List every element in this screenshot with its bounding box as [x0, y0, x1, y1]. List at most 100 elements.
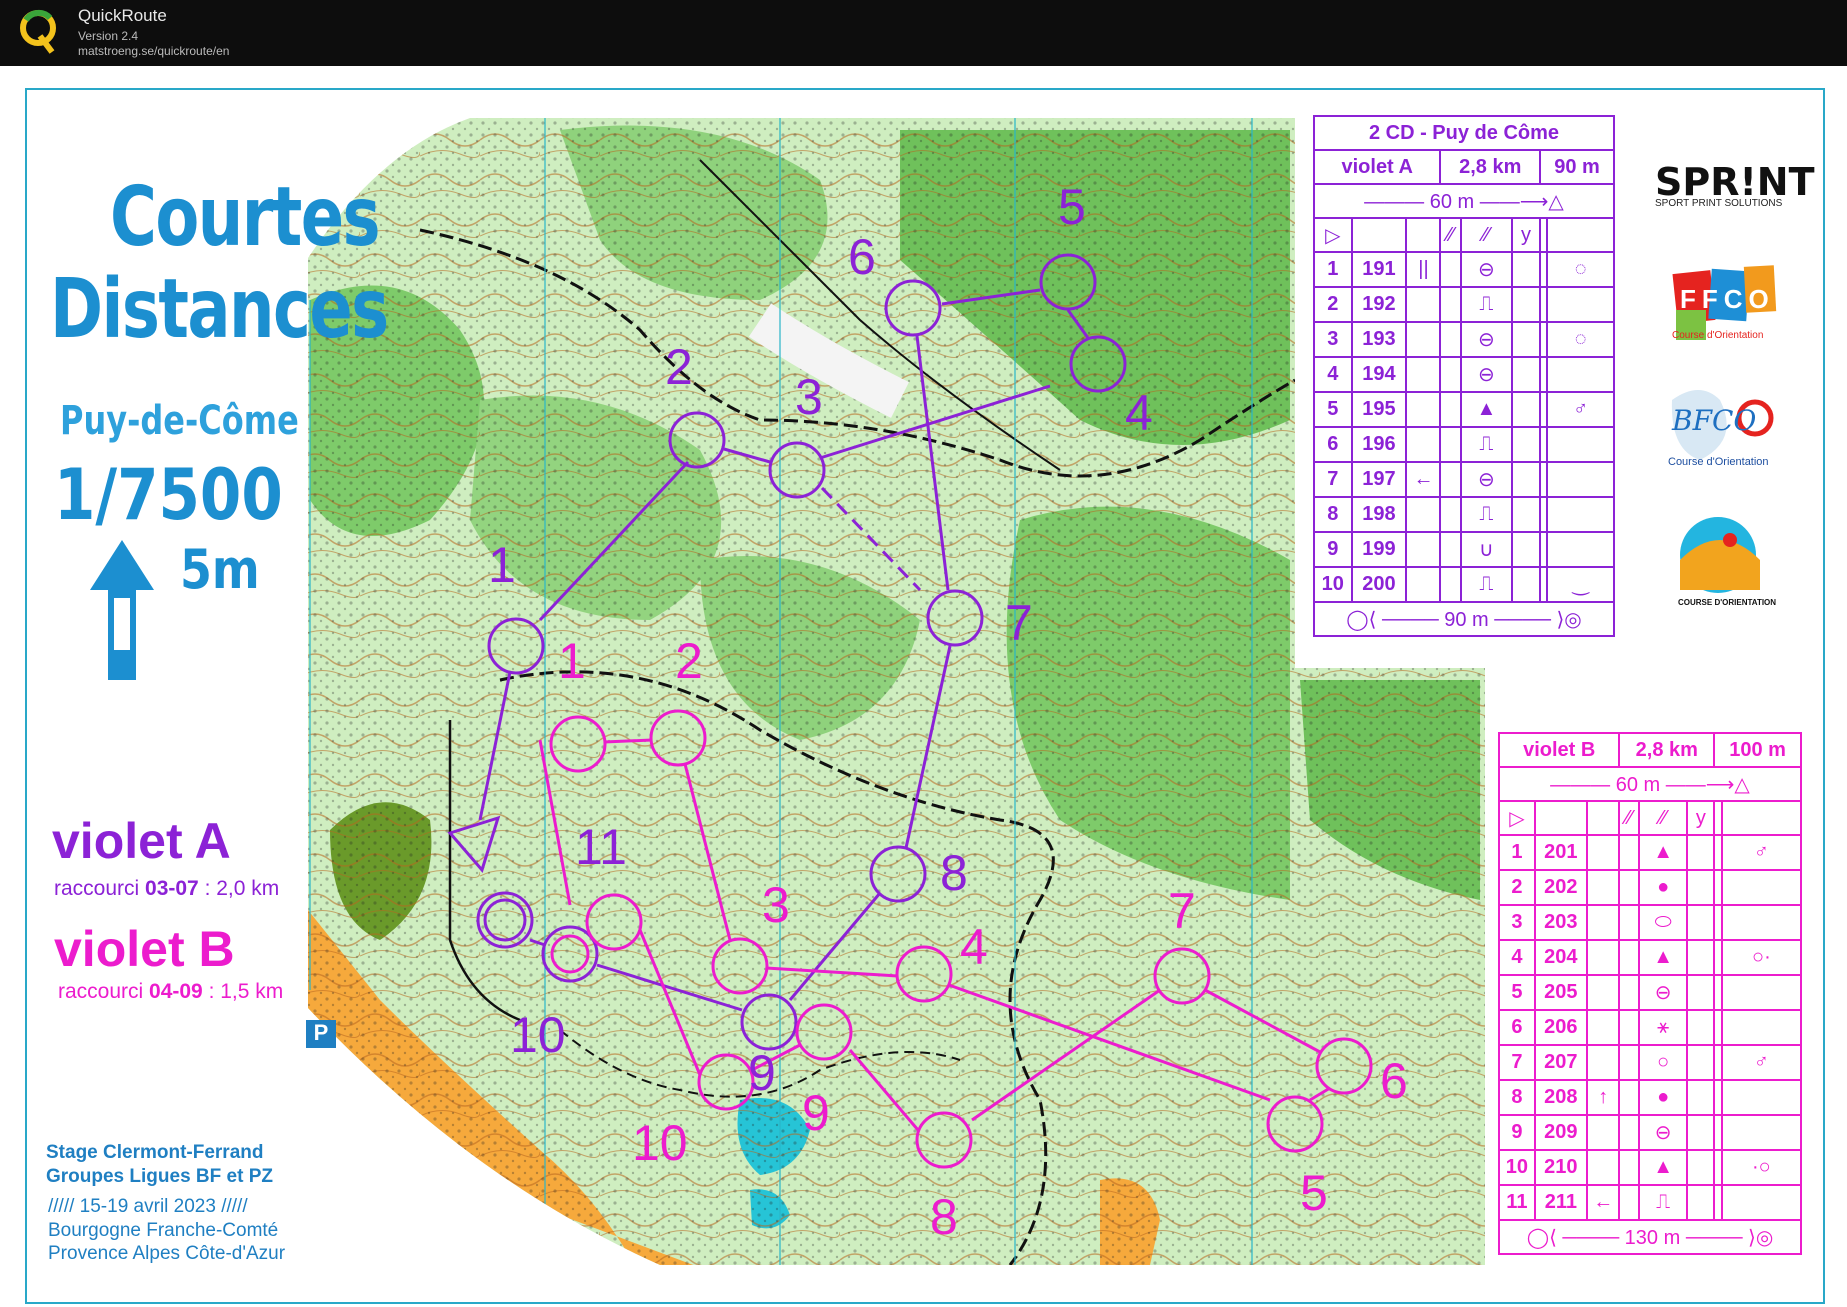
desc-b-rows: 1 201 ▲ ♂ 2 202 ● 3 203 ⬭ 4 204 ▲ ○· 5 205 ⊖ 6 206 ⚹ 7 207 ○ ♂ 8… [1498, 834, 1803, 1221]
desc-a-which-feature [1405, 496, 1442, 533]
desc-a-appearance [1510, 426, 1542, 463]
desc-b-dimensions [1713, 974, 1723, 1011]
desc-a-location-detail [1546, 461, 1615, 498]
desc-b-control-number: 3 [1498, 904, 1536, 941]
desc-a-control-number: 10 [1313, 566, 1353, 603]
desc-b-control-number: 6 [1498, 1009, 1536, 1046]
desc-b-appearance [1686, 974, 1716, 1011]
desc-b-control-code: 202 [1533, 869, 1588, 906]
control-number-b: 8 [930, 1189, 958, 1245]
desc-b-feature-symbol: ○ [1637, 1044, 1689, 1081]
desc-a-location-detail: ‿ [1546, 566, 1615, 603]
desc-a-row: 6 196 ⎍ [1313, 426, 1615, 463]
desc-b-control-number: 10 [1498, 1149, 1536, 1186]
description-sheet-b: violet B 2,8 km 100 m ——— 60 m ——⟶△ ▷ ⁄⁄… [1497, 732, 1803, 1255]
desc-b-dimensions [1713, 869, 1723, 906]
desc-a-control-code: 197 [1350, 461, 1408, 498]
control-number-a: 4 [1125, 385, 1153, 441]
desc-a-dimensions [1538, 461, 1549, 498]
control-number-b: 7 [1168, 883, 1196, 939]
control-number-a: 3 [795, 369, 823, 425]
desc-a-appearance [1510, 391, 1542, 428]
desc-a-control-code: 195 [1350, 391, 1408, 428]
desc-b-which-feature [1585, 869, 1621, 906]
desc-b-which-feature [1585, 1044, 1621, 1081]
desc-b-control-code: 206 [1533, 1009, 1588, 1046]
desc-b-finish: ◯⟨ ──── 130 m ──── ⟩◎ [1498, 1219, 1802, 1255]
desc-b-control-code: 211 [1533, 1184, 1588, 1221]
control-number-a: 6 [848, 229, 876, 285]
desc-b-control-number: 11 [1498, 1184, 1536, 1221]
desc-b-appearance [1686, 1149, 1716, 1186]
desc-b-feature-symbol: ● [1637, 869, 1689, 906]
desc-b-feature-symbol: ⊖ [1637, 974, 1689, 1011]
desc-b-dimensions [1713, 904, 1723, 941]
desc-b-length: 2,8 km [1618, 732, 1716, 768]
desc-a-dimensions [1538, 356, 1549, 393]
desc-a-feature [1439, 531, 1462, 568]
desc-a-appearance [1510, 356, 1542, 393]
map-place: Puy-de-Côme [60, 398, 299, 444]
desc-a-row: 5 195 ▲ ♂ [1313, 391, 1615, 428]
desc-b-feature [1618, 1009, 1640, 1046]
desc-a-control-code: 193 [1350, 321, 1408, 358]
desc-a-location-detail [1546, 356, 1615, 393]
desc-a-event: 2 CD - Puy de Côme [1313, 115, 1615, 151]
desc-b-feature [1618, 1044, 1640, 1081]
desc-b-feature-symbol: ▲ [1637, 834, 1689, 871]
desc-b-location-detail: ·○ [1720, 1149, 1803, 1186]
control-number-a: 11 [575, 819, 627, 875]
desc-a-control-number: 2 [1313, 286, 1353, 323]
desc-a-dimensions [1538, 496, 1549, 533]
desc-a-row: 2 192 ⎍ [1313, 286, 1615, 323]
desc-a-feature-symbol: ⎍ [1459, 566, 1513, 603]
desc-b-location-detail: ♂ [1720, 834, 1803, 871]
desc-b-which-feature [1585, 1114, 1621, 1151]
stage-line3: ///// 15-19 avril 2023 ///// [48, 1196, 248, 1217]
parking-label: P [313, 1020, 329, 1045]
desc-a-which-feature [1405, 391, 1442, 428]
control-number-b: 6 [1380, 1053, 1408, 1109]
desc-a-control-code: 198 [1350, 496, 1408, 533]
desc-a-course: violet A [1312, 149, 1442, 185]
desc-b-location-detail [1720, 1184, 1803, 1221]
desc-b-which-feature [1585, 939, 1621, 976]
desc-b-feature-symbol: ▲ [1637, 1149, 1689, 1186]
desc-a-which-feature [1405, 531, 1442, 568]
control-number-b: 9 [802, 1085, 830, 1141]
desc-a-feature-symbol: ⎍ [1459, 286, 1513, 323]
stage-line2: Groupes Ligues BF et PZ [46, 1166, 273, 1187]
stage-line5: Provence Alpes Côte-d'Azur [48, 1243, 286, 1264]
desc-a-feature [1439, 286, 1462, 323]
desc-a-control-code: 199 [1350, 531, 1408, 568]
desc-a-control-number: 5 [1313, 391, 1353, 428]
map-title-line2: Distances [50, 262, 389, 357]
desc-b-location-detail: ♂ [1720, 1044, 1803, 1081]
desc-a-feature [1439, 391, 1462, 428]
desc-a-feature [1439, 426, 1462, 463]
desc-a-feature-symbol: ∪ [1459, 531, 1513, 568]
desc-a-feature-symbol: ▲ [1459, 391, 1513, 428]
desc-b-dimensions [1713, 1079, 1723, 1116]
desc-b-feature-symbol: ● [1637, 1079, 1689, 1116]
control-number-b: 3 [762, 877, 790, 933]
desc-b-which-feature: ↑ [1585, 1079, 1621, 1116]
desc-b-control-code: 209 [1533, 1114, 1588, 1151]
desc-b-dimensions [1713, 1149, 1723, 1186]
desc-a-which-feature: ← [1405, 461, 1442, 498]
desc-a-location-detail [1546, 426, 1615, 463]
desc-b-row: 8 208 ↑ ● [1498, 1079, 1803, 1116]
desc-b-control-number: 7 [1498, 1044, 1536, 1081]
desc-b-row: 9 209 ⊖ [1498, 1114, 1803, 1151]
desc-a-control-number: 4 [1313, 356, 1353, 393]
desc-b-row: 5 205 ⊖ [1498, 974, 1803, 1011]
desc-a-control-code: 200 [1350, 566, 1408, 603]
desc-a-location-detail [1546, 531, 1615, 568]
control-number-a: 1 [488, 537, 516, 593]
sprint-logo-subtitle: SPORT PRINT SOLUTIONS [1655, 198, 1783, 209]
ffco-logo-text: FFCO [1680, 284, 1775, 314]
desc-b-dimensions [1713, 1044, 1723, 1081]
desc-b-dimensions [1713, 1184, 1723, 1221]
desc-a-feature [1439, 496, 1462, 533]
desc-a-length: 2,8 km [1439, 149, 1542, 185]
